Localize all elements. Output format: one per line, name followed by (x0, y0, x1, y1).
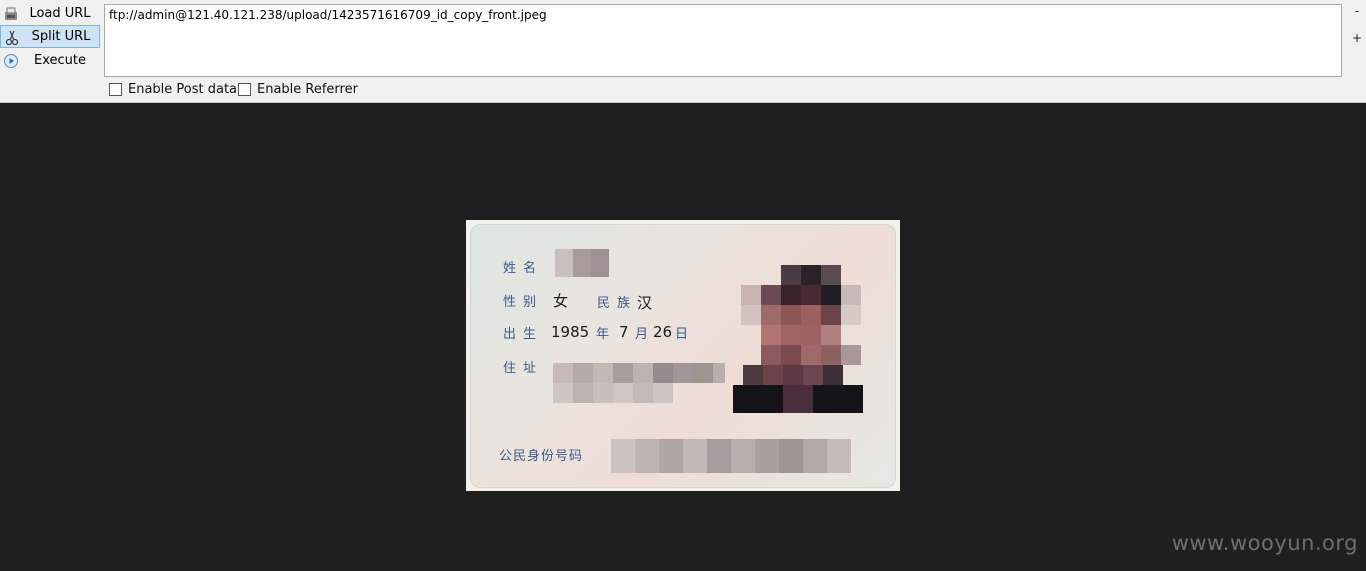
portrait-mosaic (733, 265, 863, 419)
hackbar-toolbar: Load URL Split URL Execute ftp://admin@1… (0, 0, 1366, 103)
ethnicity-label: 民族 (597, 296, 638, 311)
gender-value: 女 (553, 292, 569, 310)
id-card-face: 姓名 性别 女 民族 汉 出生 1985 年 7 月 26 日 住址 公民身份号… (470, 224, 896, 488)
enable-referrer-checkbox[interactable] (238, 83, 251, 96)
month-char: 月 (635, 327, 649, 342)
load-url-icon (5, 7, 17, 20)
birth-year: 1985 (551, 323, 590, 341)
split-url-button[interactable]: Split URL (0, 25, 100, 48)
watermark-text: www.wooyun.org (1171, 531, 1358, 555)
ethnicity-value: 汉 (637, 294, 653, 312)
id-number-label: 公民身份号码 (499, 449, 584, 464)
scissors-icon (5, 30, 19, 46)
birth-month: 7 (619, 323, 629, 341)
play-icon (4, 54, 18, 68)
enable-referrer-label: Enable Referrer (257, 82, 358, 97)
url-input[interactable]: ftp://admin@121.40.121.238/upload/142357… (104, 4, 1342, 77)
id-card-image: 姓名 性别 女 民族 汉 出生 1985 年 7 月 26 日 住址 公民身份号… (466, 220, 900, 491)
load-url-label: Load URL (29, 6, 91, 21)
enable-referrer-option[interactable]: Enable Referrer (238, 82, 358, 97)
address-label: 住址 (503, 361, 544, 376)
id-number-mosaic (611, 439, 851, 473)
day-char: 日 (675, 327, 689, 342)
birth-day: 26 (653, 323, 673, 341)
name-label: 姓名 (503, 261, 544, 276)
address-mosaic (553, 363, 725, 403)
year-char: 年 (596, 327, 610, 342)
enable-post-option[interactable]: Enable Post data (109, 82, 237, 97)
execute-button[interactable]: Execute (0, 49, 100, 72)
shrink-button[interactable]: - (1352, 4, 1362, 18)
split-url-label: Split URL (31, 29, 91, 44)
execute-label: Execute (34, 53, 86, 68)
name-mosaic (555, 249, 609, 277)
birth-label: 出生 (503, 327, 544, 342)
enable-post-label: Enable Post data (128, 82, 238, 97)
expand-button[interactable]: + (1352, 31, 1362, 45)
load-url-button[interactable]: Load URL (0, 2, 100, 25)
enable-post-checkbox[interactable] (109, 83, 122, 96)
gender-label: 性别 (503, 295, 544, 310)
